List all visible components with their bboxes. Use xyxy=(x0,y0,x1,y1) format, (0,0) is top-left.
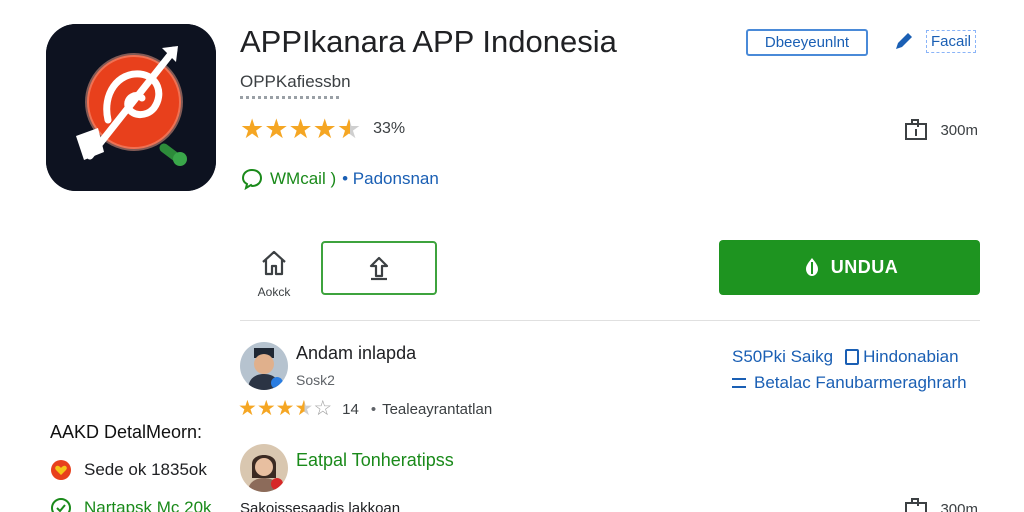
star-icon: ★ xyxy=(288,114,313,144)
menu-bars-icon xyxy=(732,378,746,388)
side-details: AAKD DetalMeorn: Sede ok 1835ok Nartapsk… xyxy=(50,422,225,512)
home-label: Aokck xyxy=(257,285,291,299)
avatar[interactable] xyxy=(240,342,288,390)
badge-blue-label[interactable]: • Padonsnan xyxy=(342,169,439,189)
star-icon: ★ xyxy=(312,114,337,144)
install-label: UNDUA xyxy=(830,257,899,277)
badge-green-label[interactable]: WMcail ) xyxy=(270,169,336,189)
download-icon xyxy=(805,257,818,276)
home-button[interactable]: Aokck xyxy=(252,248,296,299)
download-size-icon xyxy=(905,498,928,512)
star-half-icon: ★ xyxy=(294,397,314,420)
developer-name[interactable]: OPPKafiessbn xyxy=(240,72,351,92)
star-icon: ★ xyxy=(238,397,257,420)
app-size: 300m xyxy=(904,119,978,141)
chat-bubble-icon xyxy=(241,168,263,191)
rating-stars: ★ ★ ★ ★ ★ xyxy=(240,115,361,143)
bullet-separator: • xyxy=(370,400,377,418)
edit-label: Facail xyxy=(925,29,976,53)
rating-count: 33% xyxy=(373,120,406,137)
edit-link[interactable]: Facail xyxy=(892,29,976,53)
star-icon: ★ xyxy=(240,114,265,144)
right-info-line1: S50Pki Saikg Hindonabian xyxy=(732,344,967,370)
share-button[interactable] xyxy=(321,241,437,295)
heart-badge-icon xyxy=(51,460,71,480)
avatar[interactable] xyxy=(240,444,288,492)
badges-row: WMcail ) • Padonsnan xyxy=(240,167,439,191)
right-info-line1-left[interactable]: S50Pki Saikg xyxy=(732,347,833,367)
side-item-label: Nartapsk Mc 20k xyxy=(84,498,212,512)
review-tag: Tealeayrantatlan xyxy=(382,400,493,418)
app-logo-icon xyxy=(46,24,216,191)
rating-row: ★ ★ ★ ★ ★ 33% xyxy=(240,115,405,143)
review-size-value: 300m xyxy=(940,500,978,512)
developer-subtitle-line xyxy=(240,96,340,99)
star-empty-icon: ☆ xyxy=(313,397,333,420)
review-count: 14 xyxy=(342,400,359,418)
app-title: APPIkanara APP Indonesia xyxy=(240,24,617,59)
side-item[interactable]: Nartapsk Mc 20k xyxy=(50,497,225,512)
star-icon: ★ xyxy=(275,397,295,420)
section-divider xyxy=(240,320,980,321)
side-title: AAKD DetalMeorn: xyxy=(50,422,203,442)
app-size-value: 300m xyxy=(940,121,978,139)
right-info-line2: Betalac Fanubarmeraghrarh xyxy=(732,370,967,396)
flag-icon xyxy=(845,349,860,365)
reviewer-name[interactable]: Andam inlapda xyxy=(296,343,416,364)
home-icon xyxy=(262,250,286,276)
reviewer-sub: Sosk2 xyxy=(296,372,335,388)
side-item-label: Sede ok 1835ok xyxy=(84,460,207,479)
review-size: 300m xyxy=(904,498,978,512)
right-info-line1-right[interactable]: Hindonabian xyxy=(863,347,958,367)
reviewer-name[interactable]: Eatpal Tonheratipss xyxy=(296,450,454,471)
share-icon xyxy=(369,256,389,281)
right-info-block: S50Pki Saikg Hindonabian Betalac Fanubar… xyxy=(732,344,967,396)
star-icon: ★ xyxy=(256,397,276,420)
check-circle-icon xyxy=(51,498,71,512)
developer-link-button[interactable]: Dbeeyeunlnt xyxy=(746,29,868,56)
star-half-icon: ★ xyxy=(336,114,362,144)
review-text: Sakoissesaadis lakkoan xyxy=(240,500,401,512)
right-info-line2-text[interactable]: Betalac Fanubarmeraghrarh xyxy=(754,373,967,393)
install-button[interactable]: UNDUA xyxy=(719,240,980,295)
pencil-icon xyxy=(895,33,912,49)
review-rating-row: ★ ★ ★ ★ ☆ 14 • Tealeayrantatlan xyxy=(238,398,492,420)
star-icon: ★ xyxy=(264,114,289,144)
side-item[interactable]: Sede ok 1835ok xyxy=(50,459,225,481)
download-size-icon xyxy=(905,119,928,140)
